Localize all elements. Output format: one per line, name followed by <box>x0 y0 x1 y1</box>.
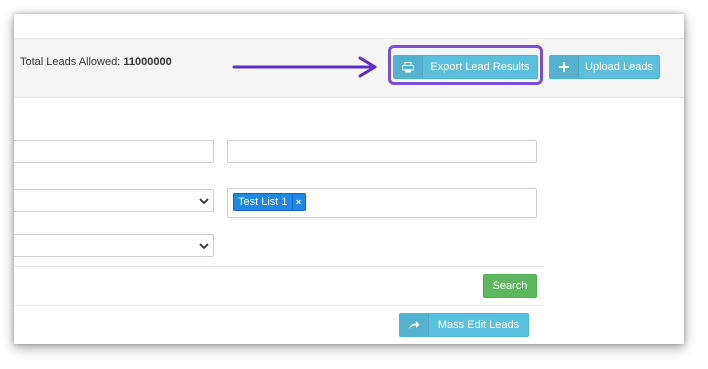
chevron-down-icon <box>199 197 209 204</box>
share-arrow-icon <box>400 314 429 336</box>
filter-select-1[interactable] <box>14 189 214 212</box>
app-window: Total Leads Allowed: 11000000 Export Lea… <box>14 14 684 344</box>
chevron-down-icon <box>199 242 209 249</box>
list-tag: Test List 1 × <box>233 193 306 211</box>
list-tag-remove-icon[interactable]: × <box>291 194 305 210</box>
total-leads-allowed: Total Leads Allowed: 11000000 <box>20 56 172 68</box>
actions-divider <box>14 305 544 306</box>
mass-edit-leads-label: Mass Edit Leads <box>437 319 520 331</box>
mass-edit-leads-button[interactable]: Mass Edit Leads <box>399 313 529 337</box>
upload-leads-label: Upload Leads <box>585 61 653 73</box>
filter-select-2[interactable] <box>14 234 214 257</box>
list-multiselect[interactable]: Test List 1 × <box>227 188 537 218</box>
filter-text-field-left[interactable] <box>14 140 214 163</box>
total-leads-label: Total Leads Allowed: <box>20 56 121 68</box>
plus-icon <box>550 56 579 78</box>
filter-text-field-right[interactable] <box>227 140 537 163</box>
form-divider <box>14 266 544 267</box>
export-button-highlight <box>388 45 543 85</box>
annotation-arrow-icon <box>232 56 377 78</box>
upload-leads-button[interactable]: Upload Leads <box>549 55 660 79</box>
list-tag-label: Test List 1 <box>238 196 288 208</box>
total-leads-value: 11000000 <box>123 56 172 68</box>
search-button[interactable]: Search <box>483 274 537 298</box>
